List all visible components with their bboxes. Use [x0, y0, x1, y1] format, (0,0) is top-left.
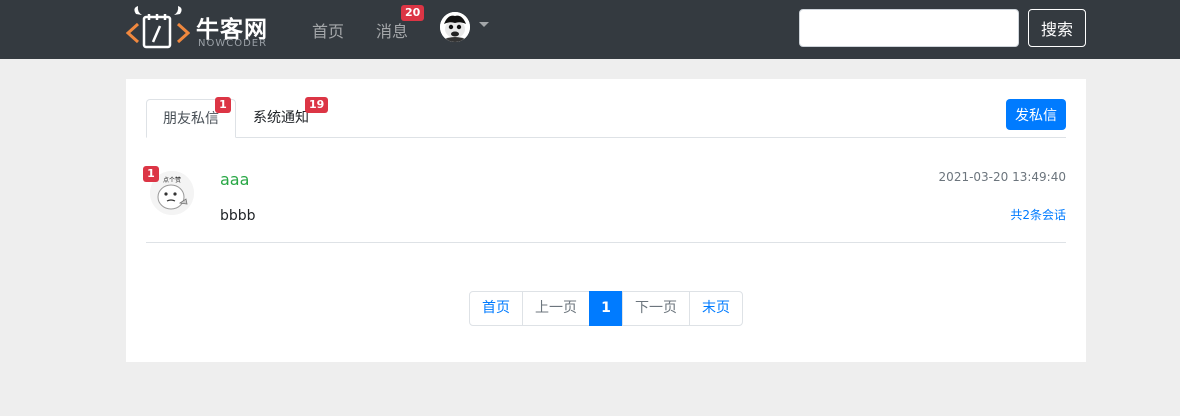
conversation-unread-badge: 1 [143, 166, 159, 182]
nav-messages-link[interactable]: 消息 [376, 18, 408, 42]
messages-unread-badge: 20 [401, 5, 425, 21]
nav-home-link[interactable]: 首页 [312, 18, 344, 42]
page-first-link[interactable]: 首页 [469, 291, 523, 326]
search-button[interactable]: 搜索 [1028, 9, 1086, 47]
send-letter-button[interactable]: 发私信 [1006, 99, 1066, 130]
conversation-time: 2021-03-20 13:49:40 [938, 170, 1066, 184]
page-last-link[interactable]: 末页 [689, 291, 743, 326]
svg-text:点个赞: 点个赞 [163, 176, 181, 184]
page-next-link[interactable]: 下一页 [622, 291, 690, 326]
conversation-count-link[interactable]: 共2条会话 [926, 206, 1066, 223]
system-notice-badge: 19 [305, 97, 329, 113]
friend-letters-badge: 1 [215, 97, 231, 113]
conversation-username[interactable]: aaa [220, 170, 249, 189]
logo-text-en: NOWCODER [198, 38, 268, 49]
user-avatar-menu[interactable] [440, 12, 470, 42]
conversation-preview: bbbb [220, 208, 256, 224]
logo-icon [126, 6, 190, 49]
message-card: 朋友私信 1 系统通知 19 发私信 点个赞 1 aaa 2021-03-20 … [126, 79, 1086, 362]
nowcoder-logo[interactable]: 牛客网 NOWCODER [126, 6, 276, 52]
avatar-image [440, 12, 470, 42]
tab-system-notice[interactable]: 系统通知 [253, 99, 309, 138]
search-input[interactable] [799, 9, 1019, 47]
page-prev-link[interactable]: 上一页 [522, 291, 590, 326]
page-current-link[interactable]: 1 [589, 291, 623, 326]
chevron-down-icon[interactable] [479, 22, 489, 27]
top-navbar: 牛客网 NOWCODER 首页 消息 20 搜索 [0, 0, 1180, 59]
conversation-divider [146, 242, 1066, 243]
pagination: 首页 上一页 1 下一页 末页 [469, 291, 743, 326]
